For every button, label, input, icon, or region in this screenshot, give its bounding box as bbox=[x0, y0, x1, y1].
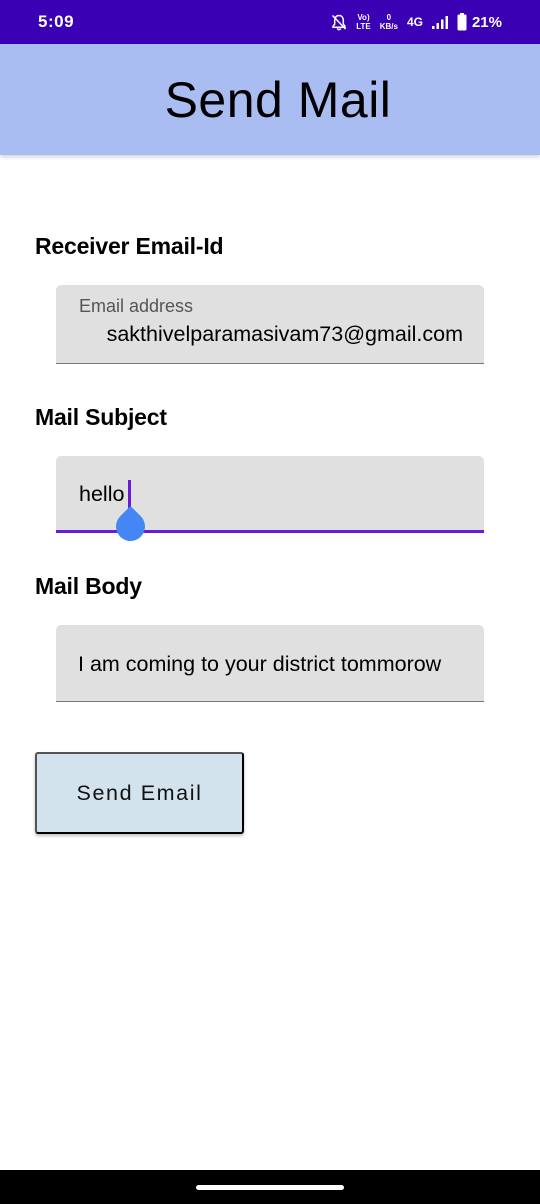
mail-subject-label: Mail Subject bbox=[35, 404, 167, 430]
mail-body-label: Mail Body bbox=[35, 573, 142, 599]
email-field-clip: sakthivelparamasivam73@gmail.com bbox=[78, 285, 463, 363]
volte-icon: Vo) LTE bbox=[356, 13, 371, 31]
speed-value: 0 bbox=[386, 13, 392, 22]
receiver-email-label: Receiver Email-Id bbox=[35, 233, 224, 259]
signal-icon bbox=[431, 15, 448, 29]
body-field-clip: I am coming to your district tommorow bbox=[78, 625, 463, 701]
app-bar: Send Mail bbox=[0, 44, 540, 155]
status-bar: 5:09 Vo) LTE 0 KB/s 4G 21% bbox=[0, 0, 540, 44]
body-field[interactable]: I am coming to your district tommorow bbox=[56, 625, 484, 702]
send-email-button[interactable]: Send Email bbox=[35, 752, 244, 834]
navigation-bar bbox=[0, 1170, 540, 1204]
status-time: 5:09 bbox=[38, 12, 75, 31]
bell-off-icon bbox=[331, 14, 347, 31]
network-type: 4G bbox=[406, 15, 423, 29]
body-input[interactable]: I am coming to your district tommorow bbox=[78, 652, 441, 677]
subject-input[interactable]: hello bbox=[79, 482, 124, 507]
battery-icon bbox=[457, 13, 467, 31]
home-gesture-handle[interactable] bbox=[196, 1185, 344, 1190]
volte-top: Vo) bbox=[357, 13, 370, 22]
page-title: Send Mail bbox=[164, 71, 392, 128]
data-speed: 0 KB/s bbox=[380, 13, 398, 31]
email-input[interactable]: sakthivelparamasivam73@gmail.com bbox=[107, 322, 463, 347]
status-icons: Vo) LTE 0 KB/s 4G 21% bbox=[331, 10, 502, 34]
email-field[interactable]: Email address sakthivelparamasivam73@gma… bbox=[56, 285, 484, 364]
speed-unit: KB/s bbox=[379, 22, 398, 31]
volte-bottom: LTE bbox=[356, 22, 371, 31]
battery-percent: 21% bbox=[471, 13, 502, 31]
